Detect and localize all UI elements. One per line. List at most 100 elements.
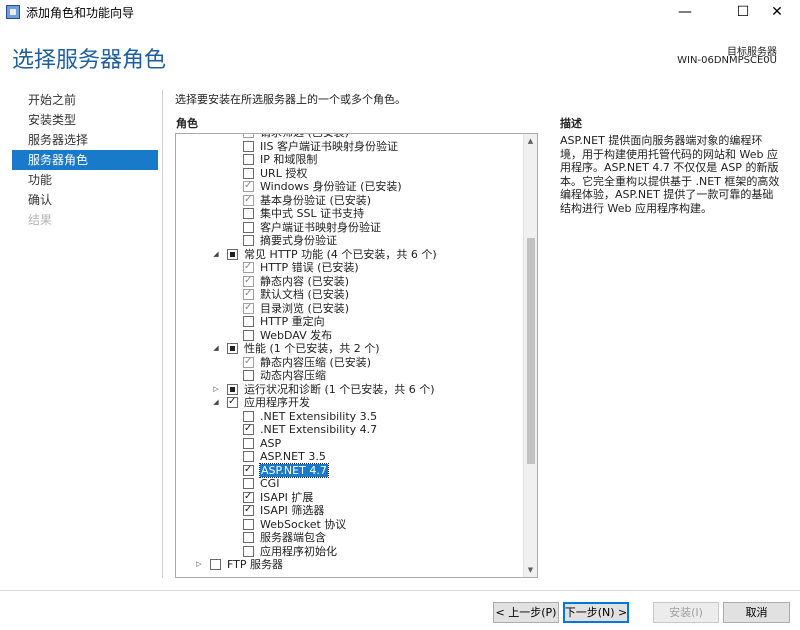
tree-row[interactable]: 目录浏览 (已安装) xyxy=(176,302,524,316)
role-label[interactable]: URL 授权 xyxy=(260,167,307,181)
role-label[interactable]: WebDAV 发布 xyxy=(260,329,332,343)
role-label[interactable]: 应用程序开发 xyxy=(244,396,310,410)
role-label[interactable]: 基本身份验证 (已安装) xyxy=(260,194,371,208)
tree-row[interactable]: ASP.NET 4.7 xyxy=(176,462,524,478)
role-label[interactable]: HTTP 错误 (已安装) xyxy=(260,261,359,275)
roles-tree[interactable]: 请求筛选 (已安装)IIS 客户端证书映射身份验证IP 和域限制URL 授权Wi… xyxy=(175,133,538,578)
tree-row[interactable]: HTTP 重定向 xyxy=(176,315,524,329)
nav-item[interactable]: 功能 xyxy=(12,170,158,190)
tree-row[interactable]: ◢ 常见 HTTP 功能 (4 个已安装，共 6 个) xyxy=(176,248,524,262)
role-label[interactable]: IP 和域限制 xyxy=(260,153,317,167)
collapse-arrow-icon[interactable]: ◢ xyxy=(211,248,221,261)
nav-item[interactable]: 开始之前 xyxy=(12,90,158,110)
role-label[interactable]: 客户端证书映射身份验证 xyxy=(260,221,381,235)
role-checkbox[interactable] xyxy=(243,288,254,300)
tree-row[interactable]: ▷ 运行状况和诊断 (1 个已安装，共 6 个) xyxy=(176,383,524,397)
role-label[interactable]: FTP 服务器 xyxy=(227,558,283,572)
previous-button[interactable]: < 上一步(P) xyxy=(493,602,559,623)
collapse-arrow-icon[interactable]: ◢ xyxy=(211,342,221,355)
role-label[interactable]: 摘要式身份验证 xyxy=(260,234,337,248)
tree-row[interactable]: 集中式 SSL 证书支持 xyxy=(176,207,524,221)
nav-item[interactable]: 确认 xyxy=(12,190,158,210)
role-label[interactable]: 动态内容压缩 xyxy=(260,369,326,383)
role-label[interactable]: ASP xyxy=(260,437,281,451)
role-checkbox[interactable] xyxy=(210,559,221,570)
role-label[interactable]: 性能 (1 个已安装，共 2 个) xyxy=(244,342,380,356)
tree-row[interactable]: HTTP 错误 (已安装) xyxy=(176,261,524,275)
tree-row[interactable]: 基本身份验证 (已安装) xyxy=(176,194,524,208)
tree-row[interactable]: CGI xyxy=(176,477,524,491)
role-checkbox[interactable] xyxy=(227,248,238,260)
nav-item[interactable]: 服务器角色 xyxy=(12,150,158,170)
tree-row[interactable]: IIS 客户端证书映射身份验证 xyxy=(176,140,524,154)
role-label[interactable]: Windows 身份验证 (已安装) xyxy=(260,180,402,194)
tree-row[interactable]: ISAPI 筛选器 xyxy=(176,504,524,518)
tree-row[interactable]: 动态内容压缩 xyxy=(176,369,524,383)
role-checkbox[interactable] xyxy=(243,423,254,435)
tree-row[interactable]: ASP.NET 3.5 xyxy=(176,450,524,464)
next-button[interactable]: 下一步(N) > xyxy=(563,602,629,623)
tree-row[interactable]: Windows 身份验证 (已安装) xyxy=(176,180,524,194)
role-label[interactable]: CGI xyxy=(260,477,279,491)
tree-row[interactable]: 摘要式身份验证 xyxy=(176,234,524,248)
scroll-down-icon[interactable]: ▼ xyxy=(524,563,537,577)
role-checkbox[interactable] xyxy=(243,316,254,327)
tree-row[interactable]: ▷ FTP 服务器 xyxy=(176,558,524,572)
tree-row[interactable]: 静态内容 (已安装) xyxy=(176,275,524,289)
role-checkbox[interactable] xyxy=(243,491,254,503)
role-checkbox[interactable] xyxy=(243,478,254,489)
role-checkbox[interactable] xyxy=(243,134,254,138)
role-label[interactable]: 静态内容 (已安装) xyxy=(260,275,349,289)
role-checkbox[interactable] xyxy=(243,356,254,368)
role-checkbox[interactable] xyxy=(243,532,254,543)
tree-row[interactable]: 应用程序初始化 xyxy=(176,545,524,559)
tree-row[interactable]: 静态内容压缩 (已安装) xyxy=(176,356,524,370)
role-label[interactable]: ISAPI 筛选器 xyxy=(260,504,324,518)
role-checkbox[interactable] xyxy=(243,140,254,152)
role-label[interactable]: .NET Extensibility 4.7 xyxy=(260,423,377,437)
tree-row[interactable]: ◢ 应用程序开发 xyxy=(176,396,524,410)
role-label[interactable]: 集中式 SSL 证书支持 xyxy=(260,207,364,221)
tree-row[interactable]: ASP xyxy=(176,437,524,451)
scroll-up-icon[interactable]: ▲ xyxy=(524,134,537,148)
tree-row[interactable]: IP 和域限制 xyxy=(176,153,524,167)
role-checkbox[interactable] xyxy=(243,464,254,476)
role-checkbox[interactable] xyxy=(243,504,254,516)
role-checkbox[interactable] xyxy=(243,235,254,246)
role-label[interactable]: 目录浏览 (已安装) xyxy=(260,302,349,316)
role-checkbox[interactable] xyxy=(227,383,238,395)
role-label[interactable]: IIS 客户端证书映射身份验证 xyxy=(260,140,398,154)
roles-tree-scrollbar[interactable]: ▲ ▼ xyxy=(523,134,537,577)
tree-row[interactable]: ISAPI 扩展 xyxy=(176,491,524,505)
role-checkbox[interactable] xyxy=(243,167,254,179)
role-checkbox[interactable] xyxy=(243,370,254,381)
collapse-arrow-icon[interactable]: ◢ xyxy=(211,396,221,409)
role-label[interactable]: 运行状况和诊断 (1 个已安装，共 6 个) xyxy=(244,383,435,397)
role-label[interactable]: ISAPI 扩展 xyxy=(260,491,313,505)
role-checkbox[interactable] xyxy=(227,343,238,354)
nav-item[interactable]: 服务器选择 xyxy=(12,130,158,150)
role-checkbox[interactable] xyxy=(243,437,254,449)
role-checkbox[interactable] xyxy=(243,329,254,341)
role-label[interactable]: ASP.NET 3.5 xyxy=(260,450,326,464)
role-checkbox[interactable] xyxy=(243,410,254,422)
expand-arrow-icon[interactable]: ▷ xyxy=(211,383,221,396)
role-checkbox[interactable] xyxy=(243,302,254,314)
role-label[interactable]: .NET Extensibility 3.5 xyxy=(260,410,377,424)
role-checkbox[interactable] xyxy=(243,451,254,462)
tree-row[interactable]: URL 授权 xyxy=(176,167,524,181)
role-checkbox[interactable] xyxy=(243,208,254,219)
role-label[interactable]: HTTP 重定向 xyxy=(260,315,325,329)
role-checkbox[interactable] xyxy=(243,261,254,273)
minimize-button[interactable]: — xyxy=(662,0,708,24)
tree-row[interactable]: WebSocket 协议 xyxy=(176,518,524,532)
tree-row[interactable]: WebDAV 发布 xyxy=(176,329,524,343)
role-checkbox[interactable] xyxy=(243,275,254,287)
tree-row[interactable]: 客户端证书映射身份验证 xyxy=(176,221,524,235)
tree-row[interactable]: 默认文档 (已安装) xyxy=(176,288,524,302)
role-label[interactable]: ASP.NET 4.7 xyxy=(259,462,329,478)
role-checkbox[interactable] xyxy=(227,396,238,408)
role-label[interactable]: WebSocket 协议 xyxy=(260,518,346,532)
role-checkbox[interactable] xyxy=(243,518,254,530)
tree-row[interactable]: .NET Extensibility 3.5 xyxy=(176,410,524,424)
